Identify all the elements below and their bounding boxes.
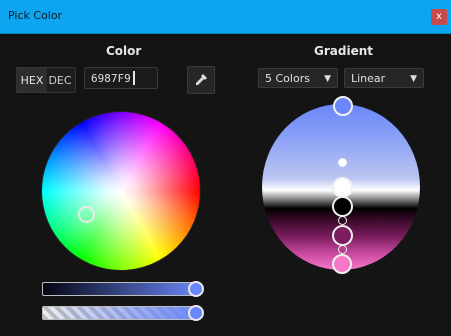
mode-toggle: HEX DEC <box>16 67 76 93</box>
alpha-slider[interactable] <box>42 306 200 320</box>
hex-value-text: 6987F9 <box>91 71 131 85</box>
brightness-slider[interactable] <box>42 282 200 296</box>
gradient-midpoint-1[interactable] <box>338 158 347 167</box>
color-panel-title: Color <box>106 44 142 58</box>
window-title: Pick Color <box>8 9 63 22</box>
gradient-stops-select[interactable]: 5 Colors ▼ <box>258 68 338 88</box>
close-button[interactable]: x <box>431 9 447 25</box>
gradient-stop-3[interactable] <box>332 196 353 217</box>
gradient-midpoint-4[interactable] <box>338 245 347 254</box>
eyedropper-button[interactable] <box>187 66 215 94</box>
gradient-mode-select[interactable]: Linear ▼ <box>344 68 424 88</box>
dec-mode-button[interactable]: DEC <box>47 68 73 92</box>
gradient-mode-value: Linear <box>351 71 386 85</box>
color-wheel[interactable] <box>42 112 200 270</box>
hex-value-input[interactable]: 6987F9 <box>84 67 158 89</box>
brightness-slider-knob[interactable] <box>188 281 204 297</box>
color-wheel-picker[interactable] <box>78 206 95 223</box>
gradient-stop-4[interactable] <box>332 225 353 246</box>
gradient-midpoint-3[interactable] <box>338 216 347 225</box>
text-caret <box>132 71 135 85</box>
alpha-slider-knob[interactable] <box>188 305 204 321</box>
gradient-stop-1[interactable] <box>333 96 353 116</box>
eyedropper-icon <box>196 74 207 85</box>
chevron-down-icon: ▼ <box>410 74 417 84</box>
gradient-stop-5[interactable] <box>332 254 352 274</box>
gradient-panel-title: Gradient <box>314 44 373 58</box>
chevron-down-icon: ▼ <box>324 74 331 84</box>
title-bar: Pick Color x <box>0 0 451 34</box>
gradient-stops-value: 5 Colors <box>265 71 310 85</box>
hex-mode-button[interactable]: HEX <box>17 68 47 92</box>
